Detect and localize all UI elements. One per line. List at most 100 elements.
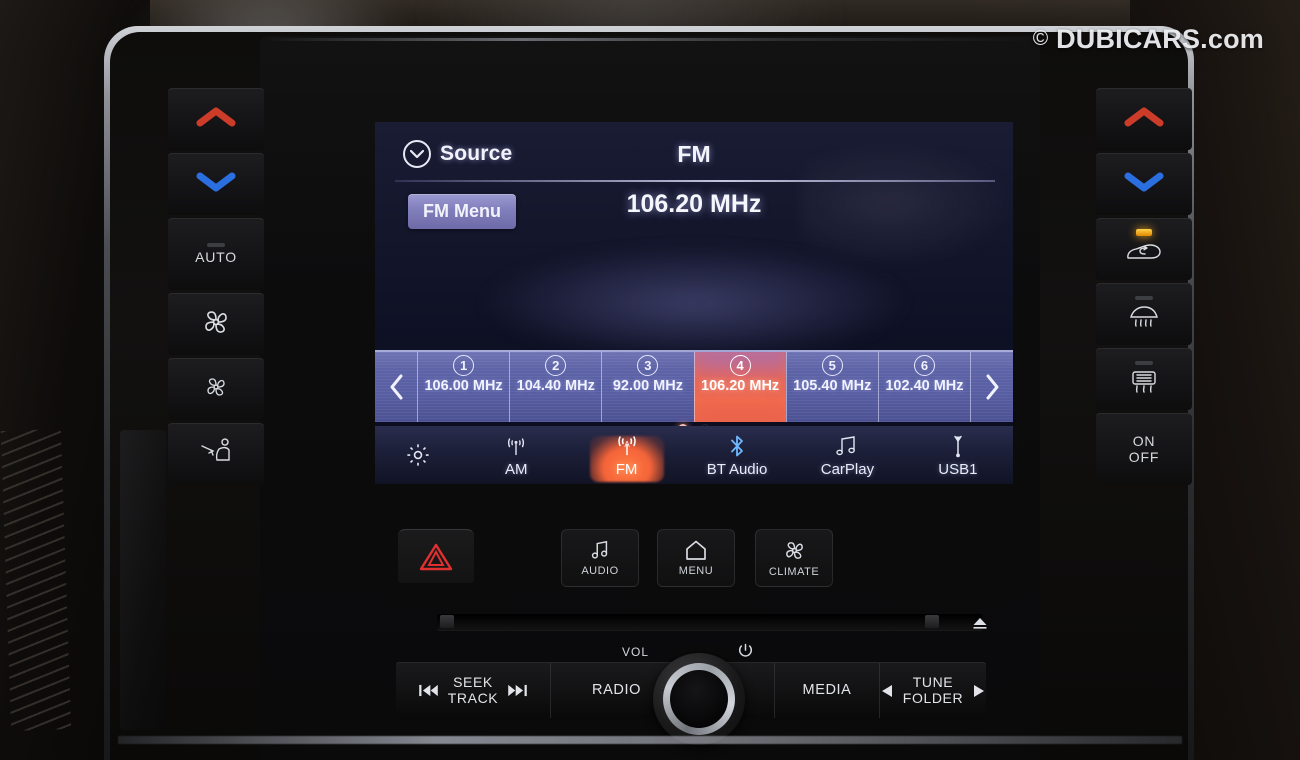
- cd-slot-right-lip: [925, 615, 939, 628]
- source-button[interactable]: Source: [403, 140, 512, 168]
- preset-number: 2: [545, 355, 567, 376]
- preset-strip: 1 106.00 MHz 2 104.40 MHz 3 92.00 MHz 4 106.20 …: [375, 350, 1013, 422]
- watermark-text: DUBICARS.com: [1056, 24, 1264, 54]
- fm-antenna-icon: A: [612, 434, 642, 458]
- source-item-usb1[interactable]: USB1: [903, 434, 1013, 484]
- leather-stitching: [0, 429, 72, 731]
- climate-panel-right: ON OFF: [1096, 88, 1192, 488]
- menu-button[interactable]: MENU: [657, 529, 735, 587]
- source-item-carplay[interactable]: CarPlay: [792, 434, 902, 484]
- source-item-am[interactable]: AM: [461, 434, 571, 484]
- source-item-label: AM: [504, 461, 528, 478]
- power-button[interactable]: [738, 643, 753, 664]
- climate-right-rear-defrost[interactable]: [1096, 348, 1192, 410]
- preset-button-5[interactable]: 5 105.40 MHz: [785, 352, 878, 422]
- preset-button-2[interactable]: 2 104.40 MHz: [509, 352, 601, 422]
- chevron-right-icon: [986, 374, 998, 400]
- rear-defrost-icon: [1128, 368, 1160, 399]
- preset-number: 3: [637, 355, 659, 376]
- chevron-down-blue-icon: [1123, 171, 1165, 198]
- triangle-left-icon: [881, 684, 892, 697]
- preset-button-1[interactable]: 1 106.00 MHz: [417, 352, 509, 422]
- fan-up-icon: [201, 307, 231, 342]
- climate-right-on-off[interactable]: ON OFF: [1096, 413, 1192, 485]
- hazard-button[interactable]: [398, 529, 474, 583]
- bluetooth-icon: [728, 434, 746, 458]
- source-item-fm[interactable]: A FM: [571, 434, 681, 484]
- preset-frequency: 102.40 MHz: [885, 378, 964, 394]
- tune-folder-label: TUNE FOLDER: [902, 673, 964, 706]
- climate-left-fan-down[interactable]: [168, 358, 264, 420]
- triangle-right-icon: [974, 684, 985, 697]
- head-unit-top-highlight: [264, 38, 1036, 41]
- cd-slot-left-lip: [440, 615, 454, 628]
- tune-folder-button[interactable]: TUNE FOLDER: [880, 663, 986, 718]
- chevron-down-blue-icon: [195, 171, 237, 198]
- preset-frequency: 105.40 MHz: [793, 378, 872, 394]
- usb-icon: [950, 434, 966, 458]
- climate-button-label: ON OFF: [1128, 433, 1160, 465]
- volume-knob[interactable]: [663, 663, 735, 735]
- preset-button-4[interactable]: 4 106.20 MHz: [693, 352, 786, 422]
- music-note-icon: [591, 540, 608, 559]
- media-label: MEDIA: [802, 682, 852, 699]
- climate-left-fan-up[interactable]: [168, 293, 264, 355]
- climate-left-chevron-up-red[interactable]: [168, 88, 264, 150]
- seek-track-button[interactable]: SEEK TRACK: [396, 663, 551, 718]
- eject-icon: [973, 618, 987, 629]
- climate-right-chevron-up-red[interactable]: [1096, 88, 1192, 150]
- preset-button-6[interactable]: 6 102.40 MHz: [877, 352, 972, 422]
- circle-chevron-down-icon: [403, 140, 431, 168]
- climate-left-auto[interactable]: AUTO: [168, 218, 264, 290]
- preset-number: 1: [453, 355, 475, 376]
- skip-forward-icon: [508, 684, 528, 697]
- preset-number: 5: [821, 355, 843, 376]
- screen-smudge: [800, 140, 1013, 270]
- left-vent: [120, 430, 166, 730]
- watermark: © DUBICARS.com: [1033, 24, 1264, 55]
- cd-slot: [437, 614, 982, 630]
- svg-text:A: A: [624, 440, 630, 449]
- source-item-label: USB1: [938, 461, 978, 478]
- climate-left-airflow-mode[interactable]: [168, 423, 264, 485]
- climate-right-front-defrost[interactable]: [1096, 283, 1192, 345]
- fan-down-icon: [204, 375, 228, 404]
- infotainment-screen[interactable]: Source FM FM Menu 106.20 MHz 1 106.00 MHz…: [375, 122, 1013, 484]
- climate-left-chevron-down-blue[interactable]: [168, 153, 264, 215]
- preset-frequency: 92.00 MHz: [612, 378, 683, 394]
- source-item-label: FM: [615, 461, 638, 478]
- chevron-left-icon: [390, 374, 402, 400]
- audio-button[interactable]: AUDIO: [561, 529, 639, 587]
- hazard-triangle-icon: [419, 543, 453, 570]
- car-infotainment-photo: Source FM FM Menu 106.20 MHz 1 106.00 MHz…: [0, 0, 1300, 760]
- gear-icon: [407, 444, 429, 466]
- source-label: Source: [440, 142, 513, 165]
- source-item-label: CarPlay: [820, 461, 875, 478]
- home-icon: [686, 540, 706, 560]
- preset-list: 1 106.00 MHz 2 104.40 MHz 3 92.00 MHz 4 106.20 …: [417, 352, 972, 422]
- climate-right-recirculation[interactable]: [1096, 218, 1192, 280]
- source-bar: AM A FM BT Audio CarPlay USB1: [375, 426, 1013, 484]
- front-defrost-icon: [1126, 303, 1162, 334]
- settings-button[interactable]: [375, 442, 461, 468]
- fan-icon: [785, 541, 803, 559]
- menu-button-label: MENU: [678, 565, 714, 577]
- source-item-list: AM A FM BT Audio CarPlay USB1: [461, 426, 1013, 484]
- preset-frequency: 104.40 MHz: [516, 378, 595, 394]
- indicator-led-off: [207, 243, 225, 248]
- radio-label: RADIO: [592, 682, 641, 699]
- preset-prev-button[interactable]: [375, 352, 417, 422]
- eject-button[interactable]: [966, 612, 994, 634]
- source-item-label: BT Audio: [706, 461, 768, 478]
- climate-button[interactable]: CLIMATE: [755, 529, 833, 587]
- media-button[interactable]: MEDIA: [775, 663, 880, 718]
- power-icon: [738, 643, 753, 657]
- source-item-bt-audio[interactable]: BT Audio: [682, 434, 792, 484]
- preset-next-button[interactable]: [971, 352, 1013, 422]
- seek-track-label: SEEK TRACK: [447, 673, 499, 706]
- climate-panel-left: AUTO: [168, 88, 264, 488]
- recirculation-icon: [1124, 239, 1164, 270]
- climate-right-chevron-down-blue[interactable]: [1096, 153, 1192, 215]
- preset-button-3[interactable]: 3 92.00 MHz: [601, 352, 693, 422]
- indicator-led-off: [1135, 295, 1153, 300]
